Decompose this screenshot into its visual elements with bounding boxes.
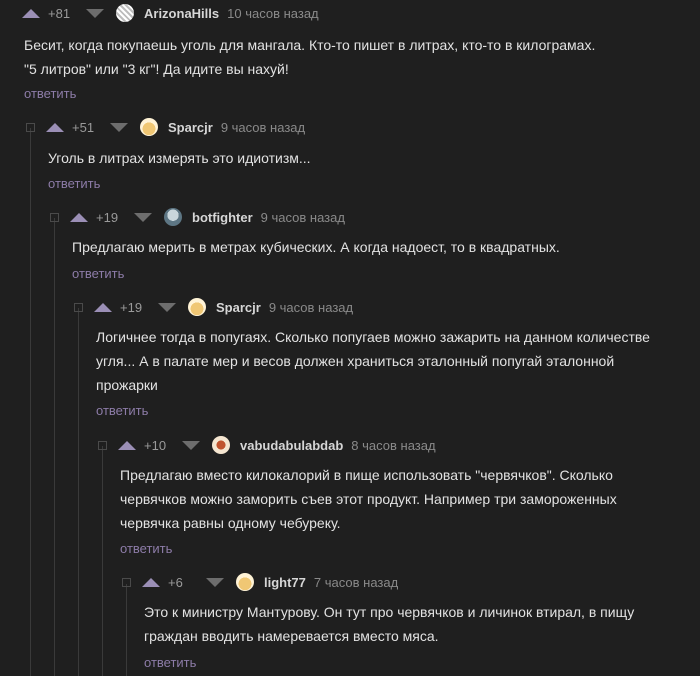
comment-text: Это к министру Мантурову. Он тут про чер… [144,604,635,644]
comment-text: Уголь в литрах измерять это идиотизм... [48,150,311,166]
avatar[interactable] [164,208,182,226]
comment-rating: +19 [96,209,119,225]
collapse-thread-button[interactable] [98,441,107,450]
reply-button[interactable]: ответить [24,86,76,101]
comment-rating: +51 [72,119,95,135]
reply-button[interactable]: ответить [96,403,148,418]
username[interactable]: Sparcjr [168,120,213,135]
reply-button[interactable]: ответить [72,266,124,281]
comment-rating: +10 [144,437,167,453]
downvote-icon[interactable] [110,122,128,132]
comment-rating: +6 [168,574,183,590]
timestamp[interactable]: 9 часов назад [261,210,345,225]
downvote-icon[interactable] [86,8,104,18]
username[interactable]: botfighter [192,210,253,225]
comment-text: Предлагаю мерить в метрах кубических. А … [72,239,560,255]
comment-header: +81 ArizonaHills 10 часов назад [22,4,319,22]
upvote-icon[interactable] [94,302,112,312]
downvote-icon[interactable] [134,212,152,222]
upvote-icon[interactable] [142,577,160,587]
avatar[interactable] [212,436,230,454]
username[interactable]: ArizonaHills [144,6,219,21]
timestamp[interactable]: 8 часов назад [351,438,435,453]
collapse-thread-button[interactable] [74,303,83,312]
thread-rail[interactable] [126,584,127,676]
reply-button[interactable]: ответить [144,655,196,670]
comment-header: +19 Sparcjr 9 часов назад [94,298,353,316]
timestamp[interactable]: 10 часов назад [227,6,319,21]
comment-rating: +81 [48,5,71,21]
avatar[interactable] [188,298,206,316]
collapse-thread-button[interactable] [50,213,59,222]
downvote-icon[interactable] [182,440,200,450]
comment-text: Предлагаю вместо килокалорий в пище испо… [120,467,617,531]
avatar[interactable] [116,4,134,22]
comment-header: +10 vabudabulabdab 8 часов назад [118,436,436,454]
thread-rail[interactable] [54,218,55,676]
comment-text: Логичнее тогда в попугаях. Сколько попуг… [96,329,650,393]
downvote-icon[interactable] [158,302,176,312]
upvote-icon[interactable] [46,122,64,132]
reply-button[interactable]: ответить [48,176,100,191]
username[interactable]: vabudabulabdab [240,438,343,453]
username[interactable]: light77 [264,575,306,590]
downvote-icon[interactable] [206,577,224,587]
timestamp[interactable]: 9 часов назад [221,120,305,135]
thread-rail[interactable] [78,308,79,676]
upvote-icon[interactable] [118,440,136,450]
avatar[interactable] [236,573,254,591]
collapse-thread-button[interactable] [26,123,35,132]
thread-rail[interactable] [102,446,103,676]
comment-text: Бесит, когда покупаешь уголь для мангала… [24,37,596,77]
avatar[interactable] [140,118,158,136]
upvote-icon[interactable] [70,212,88,222]
username[interactable]: Sparcjr [216,300,261,315]
thread-rail[interactable] [30,128,31,676]
timestamp[interactable]: 9 часов назад [269,300,353,315]
comment-header: +19 botfighter 9 часов назад [70,208,345,226]
comment-rating: +19 [120,299,143,315]
reply-button[interactable]: ответить [120,541,172,556]
upvote-icon[interactable] [22,8,40,18]
comment-header: +51 Sparcjr 9 часов назад [46,118,305,136]
comment-header: +6 light77 7 часов назад [142,573,398,591]
collapse-thread-button[interactable] [122,578,131,587]
timestamp[interactable]: 7 часов назад [314,575,398,590]
